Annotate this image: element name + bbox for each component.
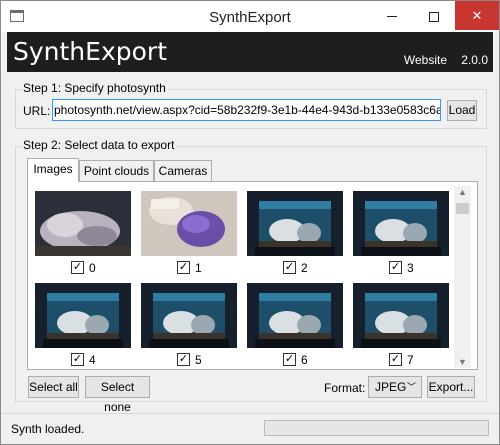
tab-cameras[interactable]: Cameras	[154, 160, 212, 182]
image-label: 0	[89, 261, 96, 275]
close-icon: ✕	[471, 8, 483, 23]
step1-title: Step 1: Specify photosynth	[21, 81, 168, 95]
app-header: SynthExport Website 2.0.0	[7, 32, 493, 72]
export-button[interactable]: Export...	[427, 376, 475, 398]
images-scrollbar[interactable]: ▲ ▼	[454, 186, 471, 368]
format-value: JPEG	[375, 380, 407, 394]
image-checkbox[interactable]: ✓	[177, 261, 190, 274]
image-checkbox[interactable]: ✓	[283, 353, 296, 366]
image-thumbnail[interactable]	[35, 283, 131, 348]
image-thumbnail[interactable]	[141, 283, 237, 348]
url-label: URL:	[23, 104, 51, 118]
select-none-button[interactable]: Select none	[85, 376, 150, 414]
image-label: 2	[301, 261, 308, 275]
image-label: 6	[301, 353, 308, 367]
image-thumbnail[interactable]	[247, 283, 343, 348]
image-label: 5	[195, 353, 202, 367]
image-label: 7	[407, 353, 414, 367]
image-checkbox[interactable]: ✓	[389, 261, 402, 274]
title-bar[interactable]: SynthExport ✕	[1, 1, 499, 32]
minimize-icon	[387, 16, 397, 18]
images-panel: ✓ 0 ✓ 1 ✓ 2 ✓ 3 ✓ 4 ✓ 5 ✓ 6 ✓ 7	[27, 181, 478, 370]
scroll-down-icon[interactable]: ▼	[454, 356, 471, 368]
chevron-down-icon: ﹀	[406, 382, 416, 392]
image-label: 3	[407, 261, 414, 275]
format-select[interactable]: JPEG ﹀	[368, 376, 422, 398]
image-checkbox[interactable]: ✓	[71, 261, 84, 274]
image-thumbnail[interactable]	[353, 283, 449, 348]
image-thumbnail[interactable]	[35, 191, 131, 256]
tab-point-clouds[interactable]: Point clouds	[79, 160, 154, 182]
select-all-button[interactable]: Select all	[28, 376, 79, 398]
maximize-icon	[429, 11, 439, 22]
image-thumbnail[interactable]	[353, 191, 449, 256]
image-thumbnail[interactable]	[247, 191, 343, 256]
tab-images[interactable]: Images	[27, 158, 79, 182]
image-label: 1	[195, 261, 202, 275]
minimize-button[interactable]	[371, 1, 413, 30]
format-label: Format:	[324, 381, 366, 395]
close-button[interactable]: ✕	[455, 1, 499, 30]
image-thumbnail[interactable]	[141, 191, 237, 256]
image-label: 4	[89, 353, 96, 367]
status-bar: Synth loaded.	[1, 413, 499, 444]
load-button[interactable]: Load	[447, 100, 477, 121]
url-input[interactable]: photosynth.net/view.aspx?cid=58b232f9-3e…	[52, 99, 441, 121]
scroll-up-icon[interactable]: ▲	[454, 186, 471, 198]
website-link[interactable]: Website	[404, 53, 447, 67]
image-checkbox[interactable]: ✓	[283, 261, 296, 274]
scrollbar-thumb[interactable]	[456, 203, 469, 214]
image-checkbox[interactable]: ✓	[71, 353, 84, 366]
header-app-name: SynthExport	[13, 37, 167, 66]
status-text: Synth loaded.	[11, 422, 85, 436]
step2-title: Step 2: Select data to export	[21, 138, 177, 152]
app-window: SynthExport ✕ SynthExport Website 2.0.0 …	[0, 0, 500, 445]
image-checkbox[interactable]: ✓	[389, 353, 402, 366]
maximize-button[interactable]	[413, 1, 455, 30]
image-checkbox[interactable]: ✓	[177, 353, 190, 366]
version-label: 2.0.0	[461, 53, 488, 67]
progress-bar	[264, 420, 489, 436]
